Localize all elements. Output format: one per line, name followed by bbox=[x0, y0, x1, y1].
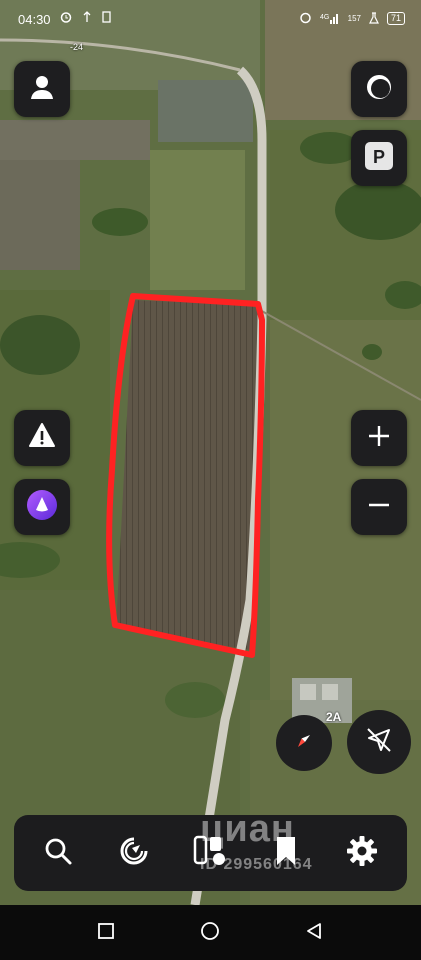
navigation-mode-button[interactable] bbox=[347, 710, 411, 774]
minus-icon bbox=[367, 493, 391, 522]
compass-icon bbox=[290, 727, 318, 760]
layers-icon bbox=[364, 72, 394, 107]
flask-icon bbox=[369, 11, 379, 26]
recents-button[interactable] bbox=[94, 921, 118, 945]
status-bar: 04:30 4G 157 71 bbox=[0, 0, 421, 40]
settings-icon bbox=[346, 835, 378, 872]
home-button[interactable] bbox=[198, 921, 222, 945]
watermark-id: ID 299560164 bbox=[200, 856, 313, 873]
svg-text:P: P bbox=[373, 147, 385, 167]
heading-badge: 2A bbox=[326, 710, 342, 724]
road-label: -24 bbox=[70, 42, 84, 52]
search-icon bbox=[43, 836, 73, 871]
warning-icon bbox=[28, 422, 56, 455]
settings-button[interactable] bbox=[342, 833, 382, 873]
search-button[interactable] bbox=[38, 833, 78, 873]
compass-button[interactable] bbox=[276, 715, 332, 771]
watermark-brand: циан bbox=[200, 808, 295, 850]
battery-level: 71 bbox=[386, 12, 405, 25]
alarm-icon bbox=[60, 11, 72, 26]
network-speed: 157 bbox=[347, 14, 361, 23]
circle-icon bbox=[200, 921, 220, 946]
usb-icon bbox=[82, 11, 92, 26]
plus-icon bbox=[367, 424, 391, 453]
report-incident-button[interactable] bbox=[14, 410, 70, 466]
history-button[interactable] bbox=[114, 833, 154, 873]
svg-text:4G: 4G bbox=[320, 14, 329, 21]
square-icon bbox=[97, 922, 115, 945]
user-icon bbox=[30, 74, 54, 105]
zoom-in-button[interactable] bbox=[351, 410, 407, 466]
back-triangle-icon bbox=[305, 922, 323, 945]
signal-icon: 4G bbox=[320, 12, 340, 26]
profile-button[interactable] bbox=[14, 61, 70, 117]
zoom-out-button[interactable] bbox=[351, 479, 407, 535]
back-button[interactable] bbox=[302, 921, 326, 945]
alice-icon bbox=[26, 489, 58, 526]
parking-icon: P bbox=[364, 141, 394, 176]
map-layers-button[interactable] bbox=[351, 61, 407, 117]
clipboard-icon bbox=[102, 11, 111, 26]
navigation-off-icon bbox=[364, 725, 394, 760]
status-time: 04:30 bbox=[18, 12, 51, 27]
alarm-clock-icon bbox=[299, 11, 312, 26]
parking-button[interactable]: P bbox=[351, 130, 407, 186]
alice-assistant-button[interactable] bbox=[14, 479, 70, 535]
system-nav-bar bbox=[0, 905, 421, 960]
refresh-icon bbox=[118, 835, 150, 872]
